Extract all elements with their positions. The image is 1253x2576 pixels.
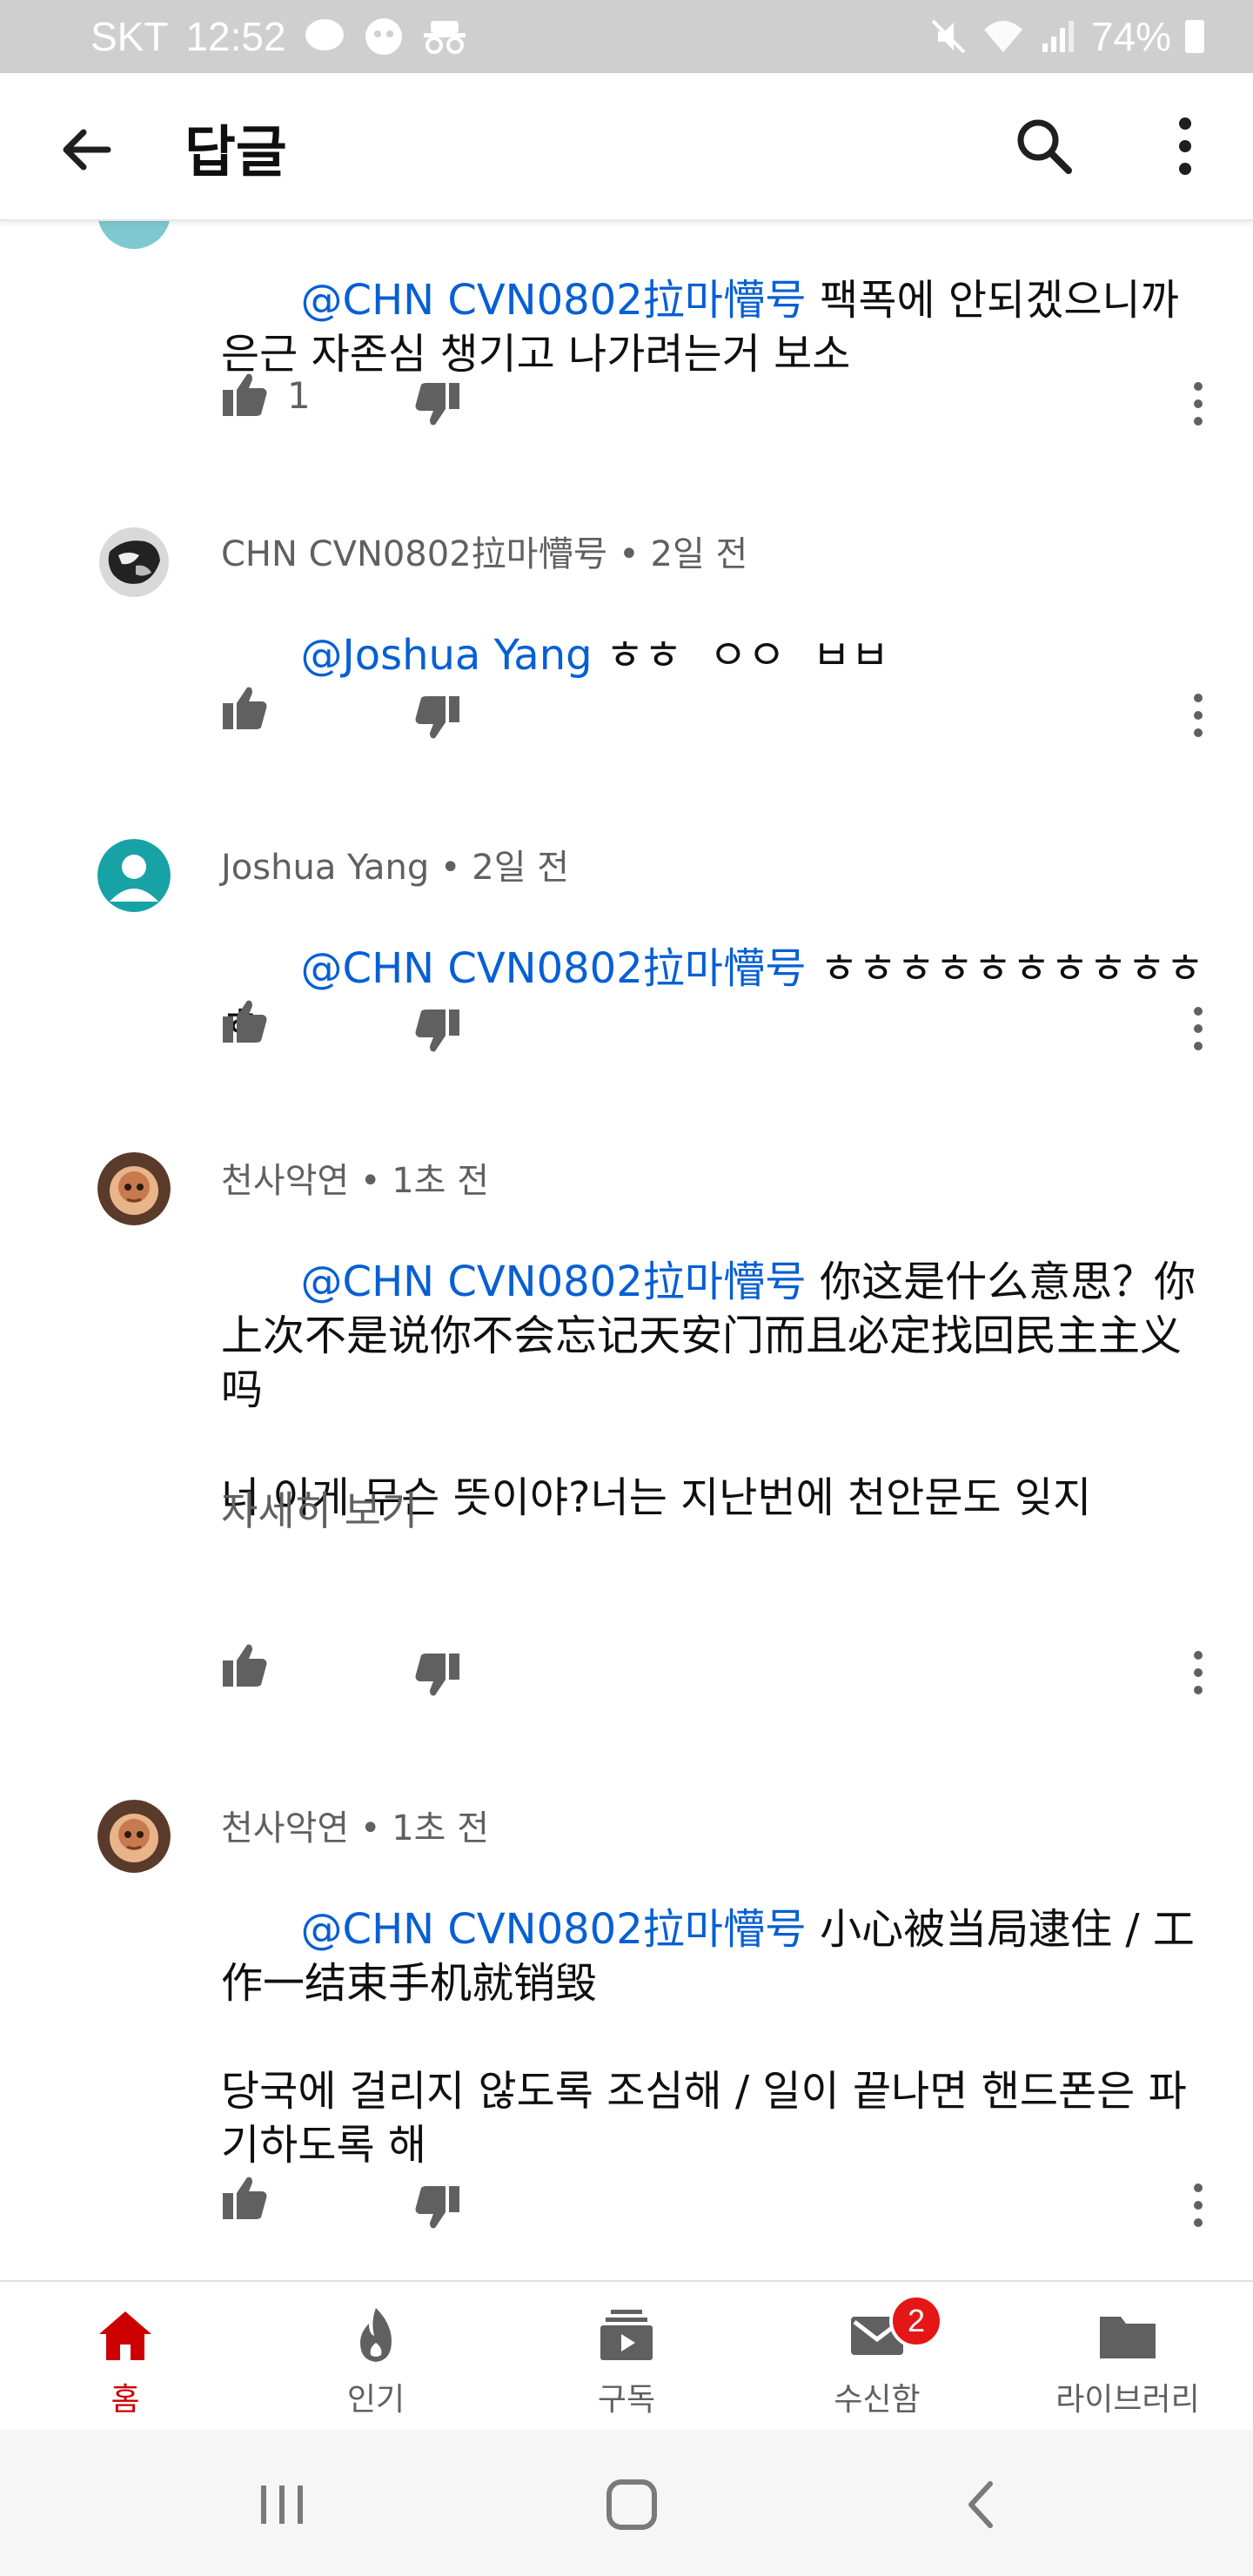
app-notification-icon <box>365 18 402 55</box>
comment-item: @CHN CVN0802拉마懵号 팩폭에 안되겠으니까 은근 자존심 챙기고 나… <box>0 219 1253 533</box>
comment-item: 천사악연 • 1초 전 @CHN CVN0802拉마懵号 小心被当局逮住 / 工… <box>0 1800 1253 2280</box>
recent-apps-icon[interactable] <box>251 2473 313 2536</box>
thumbs-up-icon[interactable] <box>219 369 270 419</box>
thumbs-down-icon[interactable] <box>412 1650 463 1701</box>
comment-time: 2일 전 <box>472 848 570 888</box>
thumbs-up-icon[interactable] <box>219 1640 270 1690</box>
like-count: 1 <box>287 374 311 417</box>
mention-link[interactable]: @CHN CVN0802拉마懵号 <box>301 1905 807 1954</box>
comment-author[interactable]: Joshua Yang <box>221 848 429 888</box>
status-bar: SKT 12:52 74% <box>0 0 1253 73</box>
wifi-icon <box>983 21 1022 52</box>
comment-time: 2일 전 <box>650 534 748 574</box>
page-title: 답글 <box>184 121 287 185</box>
nav-label: 홈 <box>111 2382 140 2418</box>
thumbs-down-icon[interactable] <box>412 2183 463 2233</box>
comment-time: 1초 전 <box>392 1808 489 1848</box>
clock: 12:52 <box>185 14 286 59</box>
thumbs-up-icon[interactable] <box>219 2172 270 2223</box>
comment-author[interactable]: CHN CVN0802拉마懵号 <box>221 534 607 574</box>
comment-meta: CHN CVN0802拉마懵号 • 2일 전 <box>221 534 748 574</box>
comment-item: CHN CVN0802拉마懵号 • 2일 전 @Joshua Yang ㅎㅎ ㅇ… <box>0 526 1253 839</box>
avatar[interactable] <box>97 839 171 912</box>
battery-icon <box>1185 20 1204 53</box>
nav-home[interactable]: 홈 <box>0 2282 251 2432</box>
comment-meta: Joshua Yang • 2일 전 <box>221 848 570 888</box>
bottom-navigation: 홈 인기 구독 2 수신함 라이브러리 <box>0 2280 1253 2432</box>
thumbs-down-icon[interactable] <box>412 1006 463 1057</box>
comment-more-icon[interactable] <box>1185 1647 1211 1699</box>
nav-subscriptions[interactable]: 구독 <box>501 2282 752 2432</box>
mention-link[interactable]: @CHN CVN0802拉마懵号 <box>301 944 807 993</box>
library-icon <box>1100 2317 1156 2358</box>
comment-more-icon[interactable] <box>1185 689 1211 741</box>
search-icon[interactable] <box>1009 111 1079 181</box>
read-more-link[interactable]: 자세히 보기 <box>221 1479 418 1537</box>
nav-library[interactable]: 라이브러리 <box>1002 2282 1253 2432</box>
nav-label: 라이브러리 <box>1055 2382 1200 2418</box>
thumbs-down-icon[interactable] <box>412 693 463 743</box>
incognito-notification-icon <box>423 21 466 54</box>
comment-more-icon[interactable] <box>1185 378 1211 430</box>
avatar[interactable] <box>97 219 171 249</box>
avatar[interactable] <box>97 526 171 599</box>
comment-item: 천사악연 • 1초 전 @CHN CVN0802拉마懵号 你这是什么意思？你上次… <box>0 1152 1253 1796</box>
app-bar: 답글 <box>0 73 1253 221</box>
notification-badge: 2 <box>889 2294 943 2348</box>
signal-icon <box>1042 21 1074 52</box>
comment-text: @CHN CVN0802拉마懵号 ㅎㅎㅎㅎㅎㅎㅎㅎㅎㅎㅎ <box>221 944 1204 1047</box>
thumbs-up-icon[interactable] <box>219 996 270 1046</box>
back-arrow-icon[interactable] <box>52 115 122 184</box>
nav-trending[interactable]: 인기 <box>251 2282 501 2432</box>
battery-level: 74% <box>1090 14 1171 59</box>
comment-list: @CHN CVN0802拉마懵号 팩폭에 안되겠으니까 은근 자존심 챙기고 나… <box>0 219 1253 2280</box>
thumbs-up-icon[interactable] <box>219 682 270 733</box>
comment-meta: 천사악연 • 1초 전 <box>221 1161 489 1201</box>
carrier-label: SKT <box>90 14 169 59</box>
more-options-icon[interactable] <box>1154 111 1216 181</box>
comment-author[interactable]: 천사악연 <box>221 1161 349 1201</box>
mention-link[interactable]: @CHN CVN0802拉마懵号 <box>301 276 807 325</box>
subscriptions-icon <box>600 2310 653 2360</box>
nav-inbox[interactable]: 2 수신함 <box>752 2282 1002 2432</box>
nav-label: 구독 <box>597 2382 656 2418</box>
comment-item: Joshua Yang • 2일 전 @CHN CVN0802拉마懵号 ㅎㅎㅎㅎ… <box>0 839 1253 1152</box>
comment-text: @CHN CVN0802拉마懵号 小心被当局逮住 / 工作一结束手机就销毁 당국… <box>221 1905 1195 2170</box>
back-button-icon[interactable] <box>950 2473 1013 2536</box>
avatar[interactable] <box>97 1800 171 1873</box>
comment-time: 1초 전 <box>392 1161 489 1201</box>
avatar[interactable] <box>97 1152 171 1225</box>
comment-author[interactable]: 천사악연 <box>221 1808 349 1848</box>
comment-more-icon[interactable] <box>1185 2179 1211 2231</box>
mention-link[interactable]: @CHN CVN0802拉마懵号 <box>301 1258 807 1306</box>
mention-link[interactable]: @Joshua Yang <box>301 631 593 680</box>
comment-meta: 천사악연 • 1초 전 <box>221 1808 489 1848</box>
comment-text: @Joshua Yang ㅎㅎ ㅇㅇ ㅂㅂ <box>300 631 889 680</box>
home-button-icon[interactable] <box>600 2473 663 2536</box>
home-icon <box>99 2311 151 2360</box>
nav-label: 인기 <box>346 2382 405 2418</box>
trending-icon <box>360 2308 392 2362</box>
comment-more-icon[interactable] <box>1185 1003 1211 1055</box>
system-navigation-bar <box>0 2430 1253 2576</box>
nav-label: 수신함 <box>834 2382 921 2418</box>
talk-notification-icon <box>305 19 344 50</box>
thumbs-down-icon[interactable] <box>412 379 463 430</box>
comment-text: @CHN CVN0802拉마懵号 팩폭에 안되겠으니까 은근 자존심 챙기고 나… <box>221 276 1193 379</box>
mute-icon <box>931 19 966 54</box>
